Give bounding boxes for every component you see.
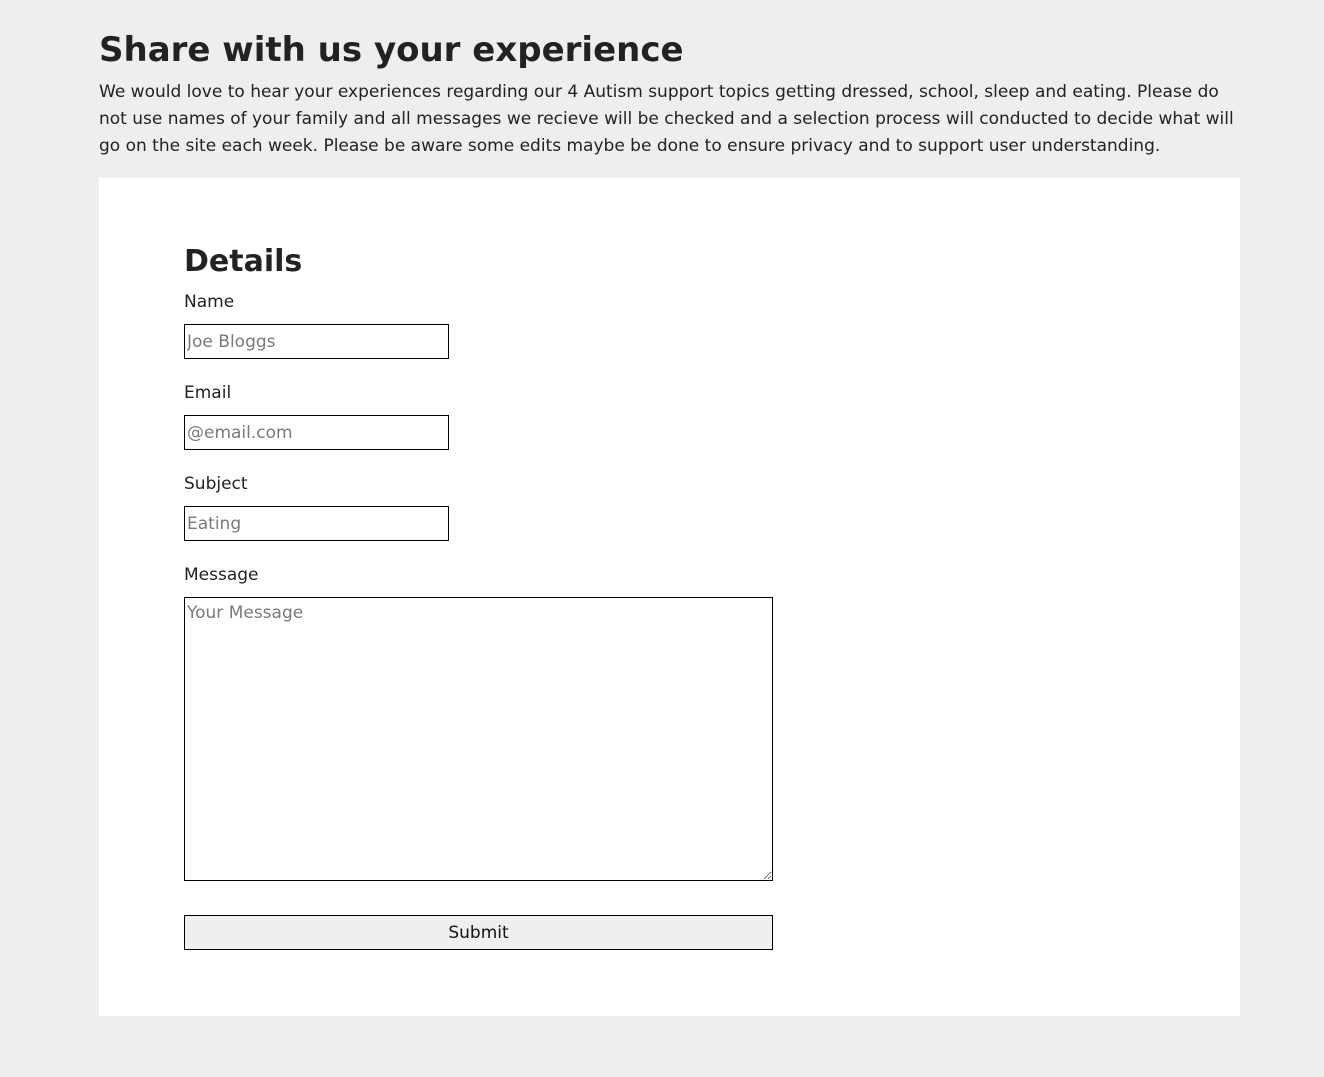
name-input[interactable] [184,324,449,359]
email-label: Email [184,383,232,403]
form-card: Details Name Email Subject Message Submi… [99,178,1240,1016]
subject-label: Subject [184,474,248,494]
subject-input[interactable] [184,506,449,541]
name-label: Name [184,292,235,312]
page-title: Share with us your experience [99,30,684,70]
page-header: Share with us your experience We would l… [99,0,1240,160]
details-heading: Details [184,244,303,279]
intro-text: We would love to hear your experiences r… [99,82,1234,156]
email-input[interactable] [184,415,449,450]
submit-button[interactable]: Submit [184,915,773,950]
message-label: Message [184,565,259,585]
message-textarea[interactable] [184,597,773,881]
experience-form: Details Name Email Subject Message Submi… [184,242,773,950]
